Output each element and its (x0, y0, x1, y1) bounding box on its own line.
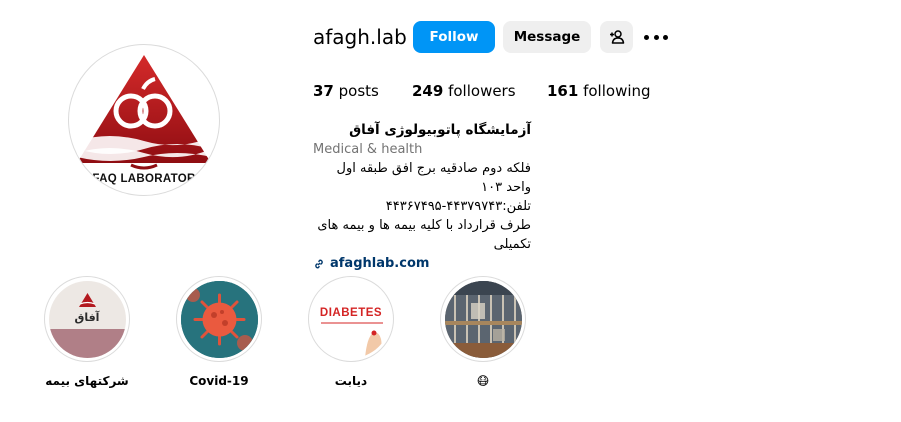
posts-number: 37 (313, 82, 334, 100)
lab-equipment-icon (444, 280, 522, 358)
finger-test-icon (320, 322, 383, 358)
link-icon (315, 259, 323, 268)
website-link[interactable]: afaghlab.com (313, 254, 643, 273)
profile-avatar[interactable]: FAQ LABORATOR (68, 44, 220, 196)
profile-username: afagh.lab (313, 25, 407, 49)
highlight-lab[interactable]: 😷 (439, 276, 527, 388)
dot (663, 34, 668, 40)
person-plus-icon (609, 30, 624, 44)
following-number: 161 (547, 82, 579, 100)
highlight-label: شرکتهای بیمه (45, 374, 129, 388)
highlight-cover-text: آفاق (74, 310, 100, 324)
highlight-ring: آفاق (44, 276, 130, 362)
bio-insurance: طرف قرارداد با کلیه بیمه ها و بیمه های ت… (317, 218, 531, 252)
dot (653, 34, 659, 40)
followers-label: followers (448, 82, 516, 100)
profile-category: Medical & health (313, 142, 423, 157)
highlight-label: 😷 (476, 374, 490, 388)
highlight-cover: آفاق (48, 280, 126, 358)
highlight-diabetes[interactable]: DIABETES دیابت (307, 276, 395, 388)
highlight-cover (444, 280, 522, 358)
avatar-caption: FAQ LABORATOR (92, 173, 196, 185)
posts-label: posts (338, 82, 379, 100)
highlight-ring (440, 276, 526, 362)
suggested-users-button[interactable] (600, 21, 633, 53)
following-label: following (583, 82, 651, 100)
bio-address: فلکه دوم صادقیه برج افق طبقه اول واحد ۱۰… (336, 161, 531, 195)
highlight-cover (180, 280, 258, 358)
message-button[interactable]: Message (503, 21, 591, 53)
highlight-ring: DIABETES (308, 276, 394, 362)
virus-icon (180, 280, 258, 358)
highlight-insurance[interactable]: آفاق شرکتهای بیمه (43, 276, 131, 388)
followers-number: 249 (412, 82, 444, 100)
profile-bio: آزمایشگاه پاتوبیولوژی آفاق Medical & hea… (313, 121, 643, 273)
followers-link[interactable]: 249 followers (412, 82, 516, 100)
bio-phone: تلفن:۴۴۳۷۹۷۴۳-۴۴۳۶۷۴۹۵ (385, 199, 531, 214)
highlight-covid[interactable]: Covid-19 (175, 276, 263, 388)
highlight-label: دیابت (334, 374, 368, 388)
website-link-text: afaghlab.com (330, 256, 430, 271)
following-link[interactable]: 161 following (547, 82, 651, 100)
more-options-icon[interactable] (644, 27, 668, 47)
dot (644, 34, 649, 40)
highlight-cover: DIABETES (312, 280, 390, 358)
posts-count: 37 posts (313, 82, 379, 100)
highlight-label: Covid-19 (189, 374, 249, 388)
follow-button[interactable]: Follow (413, 21, 495, 53)
highlight-ring (176, 276, 262, 362)
profile-full-name: آزمایشگاه پاتوبیولوژی آفاق (349, 122, 531, 138)
